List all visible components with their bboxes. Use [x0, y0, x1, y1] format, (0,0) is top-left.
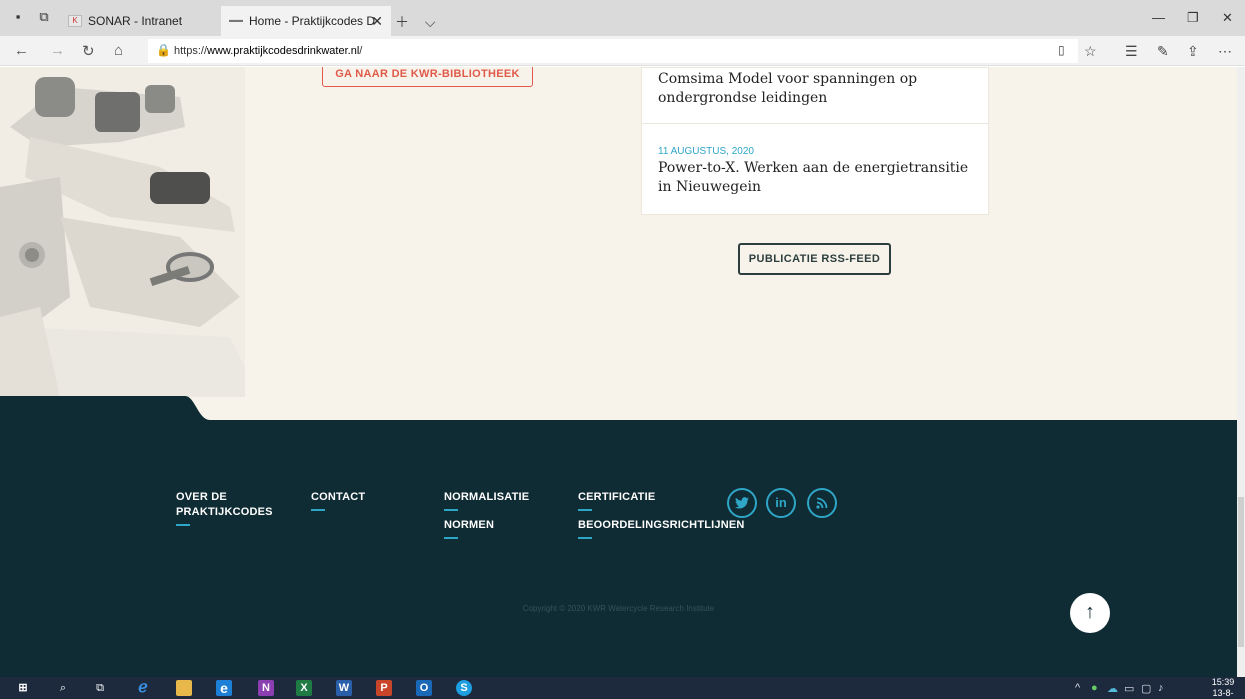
web-notes-pen-icon[interactable]: ✎: [1157, 43, 1169, 60]
footer-link-normalisatie[interactable]: NORMALISATIE: [444, 490, 529, 511]
favorites-hub-icon[interactable]: ☰: [1125, 43, 1138, 60]
tab-label: SONAR - Intranet: [88, 14, 183, 28]
tab-label: Home - Praktijkcodes D: [249, 14, 376, 28]
windows-taskbar: ⊞ ⌕ ⧉ ℯ e N X W P O S ^ ● ☁ ▭ ▢ ♪ 15:39 …: [0, 677, 1245, 699]
scrollbar-thumb[interactable]: [1238, 497, 1244, 647]
footer-link-normen[interactable]: NORMEN: [444, 518, 494, 539]
back-arrow-icon[interactable]: ←: [14, 42, 29, 59]
word-icon[interactable]: W: [336, 680, 352, 696]
more-options-icon[interactable]: ⋯: [1218, 43, 1232, 60]
new-tab-icon[interactable]: ＋: [395, 14, 409, 30]
excel-icon[interactable]: X: [296, 680, 312, 696]
footer-link-label: PRAKTIJKCODES: [176, 506, 273, 518]
footer-link-label: NORMEN: [444, 519, 495, 531]
tray-app-icon[interactable]: ●: [1091, 682, 1098, 694]
home-icon[interactable]: ⌂: [114, 42, 123, 59]
linkedin-icon[interactable]: in: [766, 488, 796, 518]
footer-link-label: CERTIFICATIE: [578, 491, 656, 503]
link-underline: [444, 509, 458, 511]
scroll-to-top-button[interactable]: ↑: [1070, 593, 1110, 633]
footer-link-contact[interactable]: CONTACT: [311, 490, 365, 511]
footer-link-label: OVER DE: [176, 491, 227, 503]
browser-tab-bar: ▪ ⧉ K SONAR - Intranet ▬▬ Home - Praktij…: [0, 0, 1245, 36]
footer-link-over-de-praktijkcodes[interactable]: OVER DE PRAKTIJKCODES: [176, 490, 273, 526]
favorite-star-icon[interactable]: ☆: [1084, 43, 1097, 60]
news-title[interactable]: Comsima Model voor spanningen op ondergr…: [658, 68, 972, 108]
close-tab-icon[interactable]: ✕: [371, 13, 383, 30]
address-bar: ← → ↻ ⌂ 🔒 https://www.praktijkcodesdrink…: [0, 36, 1245, 66]
link-underline: [578, 537, 592, 539]
forward-arrow-icon[interactable]: →: [50, 42, 65, 59]
page-scrollbar[interactable]: [1237, 67, 1245, 677]
news-card: Comsima Model voor spanningen op ondergr…: [641, 67, 989, 215]
windows-start-icon[interactable]: ⊞: [15, 680, 31, 696]
rss-feed-button[interactable]: PUBLICATIE RSS-FEED: [738, 243, 891, 275]
site-footer: OVER DE PRAKTIJKCODES CONTACT NORMALISAT…: [0, 420, 1237, 677]
clock-date: 13-8-2020: [1212, 688, 1234, 698]
news-item[interactable]: Comsima Model voor spanningen op ondergr…: [642, 68, 988, 124]
web-page: GA NAAR DE KWR-BIBLIOTHEEK Comsima Model…: [0, 67, 1237, 677]
tab-praktijkcodes-home[interactable]: ▬▬ Home - Praktijkcodes D ✕: [221, 6, 391, 36]
maximize-icon[interactable]: ❐: [1187, 10, 1199, 26]
internet-explorer-icon[interactable]: ℯ: [135, 680, 151, 696]
link-underline: [578, 509, 592, 511]
news-title[interactable]: Power-to-X. Werken aan de energietransit…: [658, 159, 972, 197]
url-text: https://www.praktijkcodesdrinkwater.nl/: [174, 45, 363, 57]
clock-time: 15:39: [1211, 677, 1235, 687]
onenote-icon[interactable]: N: [258, 680, 274, 696]
lock-icon: 🔒: [156, 43, 171, 57]
tab-sonar-intranet[interactable]: K SONAR - Intranet: [60, 6, 220, 36]
footer-tab-shape: [0, 396, 245, 422]
footer-link-beoordelingsrichtlijnen[interactable]: BEOORDELINGSRICHTLIJNEN: [578, 518, 745, 539]
news-item[interactable]: 11 AUGUSTUS, 2020 Power-to-X. Werken aan…: [642, 124, 988, 214]
kwr-favicon-icon: ▬▬: [229, 17, 243, 24]
system-clock[interactable]: 15:39 13-8-2020: [1203, 677, 1243, 699]
share-icon[interactable]: ⇪: [1187, 43, 1199, 60]
task-view-icon[interactable]: ⧉: [92, 680, 108, 696]
search-icon[interactable]: ⌕: [55, 680, 71, 696]
link-underline: [311, 509, 325, 511]
copyright-text: Copyright © 2020 KWR Watercycle Research…: [522, 604, 715, 613]
skype-icon[interactable]: S: [456, 680, 472, 696]
outlook-icon[interactable]: O: [416, 680, 432, 696]
sonar-favicon-icon: K: [68, 15, 82, 27]
tab-list-chevron-icon[interactable]: ⌵: [425, 14, 436, 30]
kwr-library-button[interactable]: GA NAAR DE KWR-BIBLIOTHEEK: [322, 67, 533, 87]
twitter-icon[interactable]: [727, 488, 757, 518]
link-underline: [444, 537, 458, 539]
network-icon[interactable]: ▭: [1124, 682, 1134, 695]
arrow-up-icon: ↑: [1085, 601, 1095, 623]
tab-actions: ＋ ⌵: [395, 12, 436, 32]
url-input[interactable]: 🔒 https://www.praktijkcodesdrinkwater.nl…: [148, 39, 1078, 63]
edge-browser-icon[interactable]: e: [216, 680, 232, 696]
refresh-icon[interactable]: ↻: [82, 42, 95, 60]
show-hidden-icons-chevron-icon[interactable]: ^: [1075, 682, 1080, 694]
footer-link-certificatie[interactable]: CERTIFICATIE: [578, 490, 655, 511]
file-explorer-icon[interactable]: [176, 680, 192, 696]
action-center-icon[interactable]: ▢: [1141, 682, 1151, 695]
close-window-icon[interactable]: ✕: [1222, 10, 1233, 26]
minimize-icon[interactable]: —: [1152, 10, 1165, 25]
link-underline: [176, 524, 190, 526]
window-menu-icon[interactable]: ▪: [10, 10, 26, 24]
news-date: 11 AUGUSTUS, 2020: [658, 146, 754, 157]
footer-link-label: CONTACT: [311, 491, 366, 503]
microscope-illustration: [0, 67, 245, 397]
footer-link-label: BEOORDELINGSRICHTLIJNEN: [578, 519, 745, 531]
volume-icon[interactable]: ♪: [1158, 682, 1164, 694]
footer-link-label: NORMALISATIE: [444, 491, 530, 503]
onedrive-icon[interactable]: ☁: [1107, 682, 1118, 695]
powerpoint-icon[interactable]: P: [376, 680, 392, 696]
tab-preview-icon[interactable]: ⧉: [36, 10, 52, 24]
reading-view-icon[interactable]: ▯: [1058, 43, 1065, 57]
rss-icon[interactable]: [807, 488, 837, 518]
